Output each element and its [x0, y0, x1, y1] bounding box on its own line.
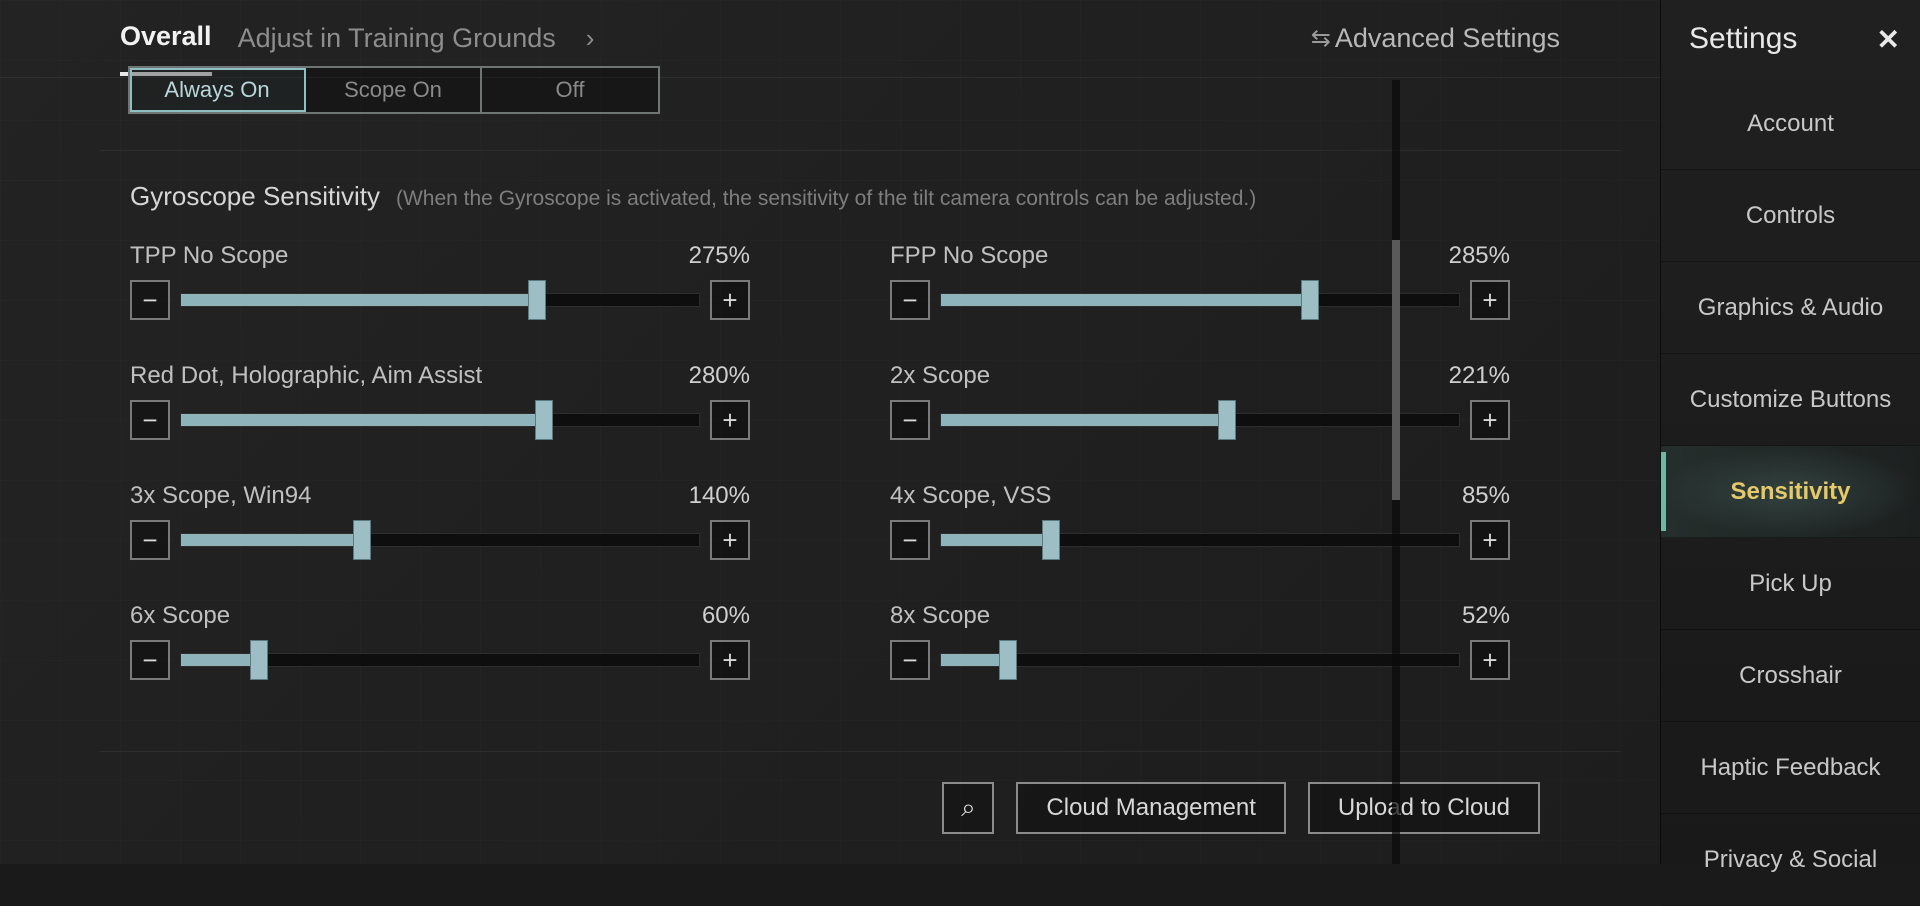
slider-track[interactable] [940, 653, 1460, 667]
slider-fill [181, 654, 259, 666]
slider-label: 6x Scope [130, 602, 230, 630]
slider-3x-scope-win94: 3x Scope, Win94 140% − + [130, 482, 750, 560]
segment-scope-on[interactable]: Scope On [306, 68, 482, 112]
menu-item-sensitivity[interactable]: Sensitivity [1661, 446, 1920, 538]
slider-thumb[interactable] [1301, 280, 1319, 320]
slider-label: TPP No Scope [130, 242, 288, 270]
segment-always-on[interactable]: Always On [130, 68, 306, 112]
slider-label: 2x Scope [890, 362, 990, 390]
gyro-mode-segmented: Always OnScope OnOff [128, 66, 660, 114]
menu-item-graphics-audio[interactable]: Graphics & Audio [1661, 262, 1920, 354]
slider-2x-scope: 2x Scope 221% − + [890, 362, 1510, 440]
upload-to-cloud-button[interactable]: Upload to Cloud [1308, 782, 1540, 834]
slider-thumb[interactable] [1042, 520, 1060, 560]
slider-label: 8x Scope [890, 602, 990, 630]
slider-tpp-no-scope: TPP No Scope 275% − + [130, 242, 750, 320]
slider-fill [941, 654, 1008, 666]
decrement-button[interactable]: − [890, 640, 930, 680]
segment-off[interactable]: Off [482, 68, 658, 112]
increment-button[interactable]: + [1470, 640, 1510, 680]
increment-button[interactable]: + [1470, 400, 1510, 440]
slider-fill [941, 534, 1051, 546]
menu-item-controls[interactable]: Controls [1661, 170, 1920, 262]
search-icon: ⌕ [961, 792, 976, 824]
slider-value: 60% [702, 602, 750, 630]
decrement-button[interactable]: − [130, 640, 170, 680]
slider-fill [181, 294, 537, 306]
section-description: (When the Gyroscope is activated, the se… [396, 187, 1256, 211]
menu-item-pick-up[interactable]: Pick Up [1661, 538, 1920, 630]
scrollbar-thumb[interactable] [1392, 240, 1400, 500]
slider-track[interactable] [940, 413, 1460, 427]
slider-thumb[interactable] [999, 640, 1017, 680]
slider-label: 3x Scope, Win94 [130, 482, 311, 510]
decrement-button[interactable]: − [130, 400, 170, 440]
menu-item-haptic-feedback[interactable]: Haptic Feedback [1661, 722, 1920, 814]
slider-thumb[interactable] [535, 400, 553, 440]
close-button[interactable]: ✕ [1877, 23, 1900, 56]
menu-item-customize-buttons[interactable]: Customize Buttons [1661, 354, 1920, 446]
slider-track[interactable] [940, 293, 1460, 307]
slider-thumb[interactable] [250, 640, 268, 680]
decrement-button[interactable]: − [890, 280, 930, 320]
advanced-settings-label: Advanced Settings [1335, 23, 1560, 54]
chevron-right-icon: › [586, 23, 595, 54]
increment-button[interactable]: + [710, 520, 750, 560]
increment-button[interactable]: + [710, 400, 750, 440]
increment-button[interactable]: + [1470, 280, 1510, 320]
decrement-button[interactable]: − [130, 280, 170, 320]
menu-item-account[interactable]: Account [1661, 78, 1920, 170]
slider-track[interactable] [180, 653, 700, 667]
increment-button[interactable]: + [1470, 520, 1510, 560]
increment-button[interactable]: + [710, 280, 750, 320]
advanced-settings-button[interactable]: ⇆ Advanced Settings [1311, 23, 1560, 54]
slider-label: 4x Scope, VSS [890, 482, 1051, 510]
slider-value: 221% [1449, 362, 1510, 390]
settings-panel-title: Settings [1689, 22, 1797, 56]
slider-4x-scope-vss: 4x Scope, VSS 85% − + [890, 482, 1510, 560]
slider-track[interactable] [940, 533, 1460, 547]
slider-6x-scope: 6x Scope 60% − + [130, 602, 750, 680]
slider-label: FPP No Scope [890, 242, 1048, 270]
slider-track[interactable] [180, 413, 700, 427]
slider-fpp-no-scope: FPP No Scope 285% − + [890, 242, 1510, 320]
slider-fill [941, 294, 1310, 306]
slider-label: Red Dot, Holographic, Aim Assist [130, 362, 482, 390]
decrement-button[interactable]: − [130, 520, 170, 560]
slider-track[interactable] [180, 533, 700, 547]
cloud-management-button[interactable]: Cloud Management [1016, 782, 1285, 834]
menu-item-privacy-social[interactable]: Privacy & Social [1661, 814, 1920, 906]
search-button[interactable]: ⌕ [942, 782, 994, 834]
slider-value: 85% [1462, 482, 1510, 510]
slider-thumb[interactable] [1218, 400, 1236, 440]
slider-thumb[interactable] [528, 280, 546, 320]
slider-value: 285% [1449, 242, 1510, 270]
decrement-button[interactable]: − [890, 520, 930, 560]
slider-8x-scope: 8x Scope 52% − + [890, 602, 1510, 680]
slider-value: 52% [1462, 602, 1510, 630]
slider-fill [181, 534, 362, 546]
slider-value: 140% [689, 482, 750, 510]
slider-red-dot-holographic-aim-assist: Red Dot, Holographic, Aim Assist 280% − + [130, 362, 750, 440]
section-title: Gyroscope Sensitivity [130, 181, 380, 212]
slider-value: 275% [689, 242, 750, 270]
slider-fill [181, 414, 544, 426]
menu-item-crosshair[interactable]: Crosshair [1661, 630, 1920, 722]
slider-thumb[interactable] [353, 520, 371, 560]
swap-icon: ⇆ [1311, 24, 1323, 53]
increment-button[interactable]: + [710, 640, 750, 680]
slider-fill [941, 414, 1227, 426]
decrement-button[interactable]: − [890, 400, 930, 440]
slider-value: 280% [689, 362, 750, 390]
slider-track[interactable] [180, 293, 700, 307]
close-icon: ✕ [1877, 24, 1900, 55]
